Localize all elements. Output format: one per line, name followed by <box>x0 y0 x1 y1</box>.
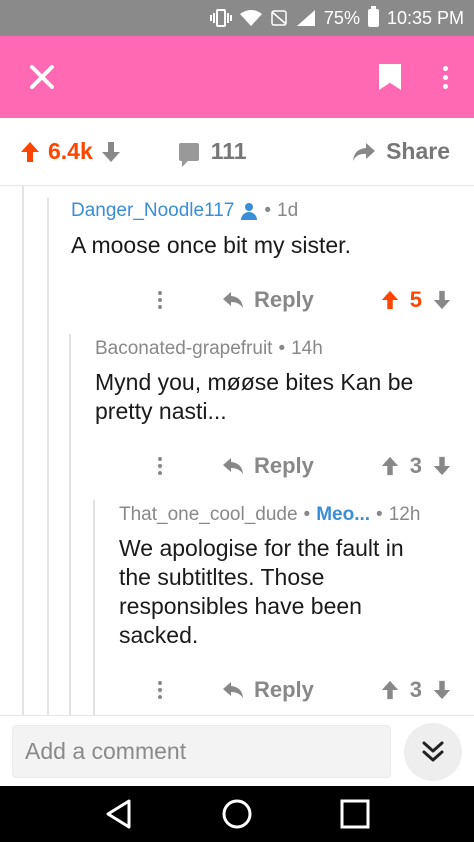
comment-body: Mynd you, møøse bites Kan be pretty nast… <box>95 369 414 424</box>
signal-icon <box>296 8 316 28</box>
post-actions-bar: 6.4k 111 Share <box>0 118 474 186</box>
system-nav-bar <box>0 786 474 842</box>
recents-button[interactable] <box>335 794 375 834</box>
comment-thread: Danger_Noodle117 • 1d A moose once bit m… <box>0 186 474 715</box>
comment-composer <box>0 715 474 786</box>
comment-author[interactable]: Danger_Noodle117 <box>71 200 234 222</box>
downvote-icon[interactable] <box>432 290 452 310</box>
comment-age: 14h <box>291 338 323 359</box>
status-bar: 75% 10:35 PM <box>0 0 474 36</box>
comment-meta: Baconated-grapefruit • 14h <box>95 338 323 360</box>
share-icon <box>353 142 376 161</box>
reply-label: Reply <box>254 453 314 478</box>
comment-age: 12h <box>388 504 421 525</box>
comment-vote-group: 5 <box>380 287 452 313</box>
no-sim-icon <box>270 8 288 28</box>
share-button[interactable]: Share <box>352 138 450 165</box>
more-options-icon[interactable] <box>439 64 452 91</box>
reply-icon <box>223 682 243 698</box>
home-icon <box>222 799 252 829</box>
upvote-icon[interactable] <box>380 456 400 476</box>
meta-separator: • <box>376 504 383 525</box>
collapse-comments-button[interactable] <box>404 723 462 781</box>
double-chevron-down-icon <box>422 741 444 762</box>
comment-author[interactable]: That_one_cool_dude <box>119 504 298 526</box>
thread-line <box>22 186 24 715</box>
thread-line <box>69 334 71 715</box>
reply-icon <box>223 458 243 474</box>
reply-icon <box>223 292 243 308</box>
reply-button[interactable]: Reply <box>222 453 314 479</box>
comment-count: 111 <box>210 138 247 164</box>
upvote-icon[interactable] <box>20 141 40 163</box>
comment-more-icon[interactable] <box>152 681 168 699</box>
downvote-icon[interactable] <box>432 680 452 700</box>
meta-separator: • <box>264 200 272 221</box>
bookmark-icon[interactable] <box>379 64 401 90</box>
comment-more-icon[interactable] <box>152 291 168 309</box>
thread-line <box>47 198 49 715</box>
back-button[interactable] <box>99 794 139 834</box>
reply-button[interactable]: Reply <box>222 677 314 703</box>
reply-label: Reply <box>254 677 314 702</box>
downvote-icon[interactable] <box>101 141 121 163</box>
home-button[interactable] <box>217 794 257 834</box>
thread-line <box>93 500 95 715</box>
meta-separator: • <box>278 338 286 359</box>
downvote-icon[interactable] <box>432 456 452 476</box>
comment-age: 1d <box>277 200 299 221</box>
upvote-icon[interactable] <box>380 290 400 310</box>
share-label: Share <box>386 138 450 164</box>
post-score: 6.4k <box>48 138 93 164</box>
battery-icon <box>367 6 379 27</box>
back-icon <box>106 799 131 829</box>
user-icon <box>240 202 258 220</box>
add-comment-input[interactable] <box>12 725 391 778</box>
post-vote-group: 6.4k <box>20 138 121 165</box>
vibrate-icon <box>209 8 232 28</box>
user-flair: Meo... <box>316 504 371 525</box>
comments-count-button[interactable]: 111 <box>178 138 247 167</box>
clock: 10:35 PM <box>386 7 464 28</box>
close-icon <box>30 65 54 89</box>
wifi-icon <box>239 8 262 28</box>
comment-body: We apologise for the fault in the subtit… <box>119 535 404 648</box>
app-bar-actions <box>379 64 452 91</box>
comment-meta: Danger_Noodle117 • 1d <box>71 200 298 222</box>
comment-actions: Reply 5 <box>152 280 452 320</box>
recents-icon <box>340 799 370 829</box>
comment-meta: That_one_cool_dude • Meo... • 12h <box>119 504 420 526</box>
comment-vote-group: 3 <box>380 677 452 703</box>
comment-vote-group: 3 <box>380 453 452 479</box>
reply-button[interactable]: Reply <box>222 287 314 313</box>
top-app-bar <box>0 36 474 118</box>
battery-percent: 75% <box>323 7 360 28</box>
comment-score: 3 <box>409 453 422 478</box>
meta-separator: • <box>303 504 311 525</box>
comment-actions: Reply 3 <box>152 446 452 486</box>
comment-actions: Reply 3 <box>152 670 452 710</box>
comment-author[interactable]: Baconated-grapefruit <box>95 338 272 360</box>
upvote-icon[interactable] <box>380 680 400 700</box>
comment-icon <box>178 142 199 167</box>
reply-label: Reply <box>254 287 314 312</box>
comment-score: 3 <box>409 677 422 702</box>
comment-body: A moose once bit my sister. <box>71 232 351 258</box>
comment-more-icon[interactable] <box>152 457 168 475</box>
comment-score: 5 <box>409 287 422 312</box>
close-button[interactable] <box>24 59 60 95</box>
